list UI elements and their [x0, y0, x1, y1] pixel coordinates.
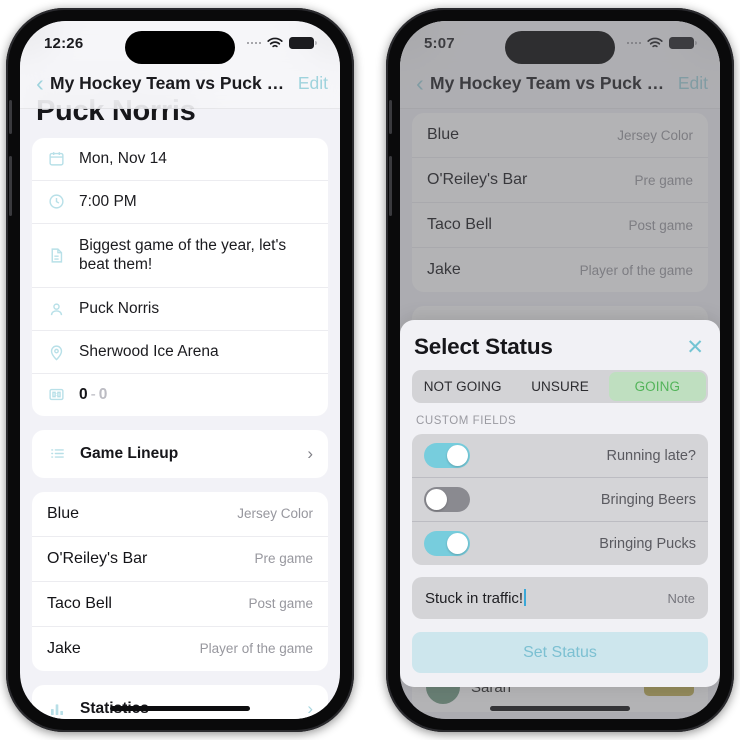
info-key: Taco Bell [47, 594, 112, 612]
calendar-icon [46, 150, 67, 167]
field-label: Bringing Pucks [599, 535, 696, 552]
field-label: Running late? [606, 447, 697, 464]
modal-header: Select Status ✕ [412, 332, 708, 370]
info-value: Pre game [254, 551, 313, 567]
nav-title: My Hockey Team vs Puck No... [50, 72, 297, 93]
bar-chart-icon [47, 701, 67, 717]
phone-left: Puck Norris Mon, Nov 14 7:00 PM Biggest … [6, 8, 354, 732]
game-lineup-row[interactable]: Game Lineup › [32, 430, 328, 478]
info-key: Jake [47, 639, 81, 657]
detail-text: Sherwood Ice Arena [79, 343, 219, 361]
info-value: Player of the game [199, 641, 313, 657]
set-status-button[interactable]: Set Status [412, 632, 708, 673]
dynamic-island [125, 31, 235, 64]
detail-text: Mon, Nov 14 [79, 150, 167, 167]
note-field-container[interactable]: Stuck in traffic! Note [412, 577, 708, 619]
segment-unsure[interactable]: UNSURE [511, 372, 608, 401]
phone-right: Blue Jersey Color O'Reiley's Bar Pre gam… [386, 8, 734, 732]
close-x-icon[interactable]: ✕ [684, 337, 706, 358]
screen-right: Blue Jersey Color O'Reiley's Bar Pre gam… [400, 21, 720, 719]
info-key: Blue [47, 504, 80, 522]
field-row-bringing-beers[interactable]: Bringing Beers [412, 477, 708, 521]
person-icon [46, 301, 67, 318]
info-value: Post game [248, 596, 313, 612]
wifi-icon [267, 37, 283, 49]
toggle-bringing-beers[interactable] [424, 487, 470, 512]
table-row[interactable]: Jake Player of the game [32, 625, 328, 671]
home-indicator[interactable] [110, 706, 250, 711]
custom-fields-list: Running late? Bringing Beers Bringing Pu… [412, 434, 708, 565]
info-key: O'Reiley's Bar [47, 549, 148, 567]
battery-icon [289, 36, 317, 50]
note-input[interactable]: Stuck in traffic! [425, 589, 668, 607]
signal-dots-icon [246, 41, 261, 45]
status-icons [246, 36, 317, 50]
field-label: Bringing Beers [600, 491, 696, 508]
detail-row-location[interactable]: Sherwood Ice Arena [32, 330, 328, 373]
table-row[interactable]: Taco Bell Post game [32, 580, 328, 626]
segment-not-going[interactable]: NOT GOING [414, 372, 511, 401]
note-field-label: Note [667, 590, 695, 606]
detail-row-note[interactable]: Biggest game of the year, let's beat the… [32, 222, 328, 288]
select-status-modal: Select Status ✕ NOT GOING UNSURE GOING C… [400, 320, 720, 687]
chevron-right-icon: › [307, 443, 313, 463]
detail-text: Puck Norris [79, 300, 160, 318]
details-card: Mon, Nov 14 7:00 PM Biggest game of the … [32, 138, 328, 416]
map-pin-icon [46, 344, 67, 361]
text-caret [524, 589, 527, 606]
field-row-running-late[interactable]: Running late? [412, 434, 708, 477]
screen-left: Puck Norris Mon, Nov 14 7:00 PM Biggest … [20, 21, 340, 719]
lineup-card: Game Lineup › [32, 429, 328, 478]
edit-button[interactable]: Edit [297, 73, 328, 94]
status-time: 12:26 [44, 34, 84, 52]
table-row[interactable]: Blue Jersey Color [32, 492, 328, 536]
info-value: Jersey Color [237, 506, 313, 522]
chevron-right-icon: › [307, 698, 313, 718]
table-row[interactable]: O'Reiley's Bar Pre game [32, 535, 328, 581]
detail-row-date[interactable]: Mon, Nov 14 [32, 138, 328, 180]
score-separator: - [90, 385, 96, 403]
detail-text: Biggest game of the year, let's beat the… [79, 236, 287, 274]
toggle-bringing-pucks[interactable] [424, 531, 470, 556]
toggle-running-late[interactable] [424, 443, 470, 468]
clock-icon [46, 193, 67, 210]
detail-row-score[interactable]: 0-0 [32, 372, 328, 416]
field-row-bringing-pucks[interactable]: Bringing Pucks [412, 521, 708, 565]
segment-going[interactable]: GOING [608, 372, 706, 401]
detail-row-opponent[interactable]: Puck Norris [32, 287, 328, 330]
detail-text: 7:00 PM [79, 192, 137, 210]
game-lineup-label: Game Lineup [80, 444, 179, 462]
nav-row: ‹ My Hockey Team vs Puck No... Edit [20, 64, 340, 102]
statistics-row[interactable]: Statistics › [32, 685, 328, 719]
score-value: 0-0 [79, 385, 314, 405]
custom-fields-label: CUSTOM FIELDS [416, 415, 517, 427]
score-home: 0 [79, 385, 88, 403]
modal-title: Select Status [414, 334, 553, 359]
note-document-icon [46, 247, 67, 264]
list-icon [47, 445, 67, 462]
scoreboard-icon [46, 386, 67, 403]
chevron-left-icon[interactable]: ‹ [32, 71, 48, 95]
detail-row-time[interactable]: 7:00 PM [32, 179, 328, 223]
info-card: Blue Jersey Color O'Reiley's Bar Pre gam… [32, 491, 328, 671]
screenshot-stage: Puck Norris Mon, Nov 14 7:00 PM Biggest … [0, 0, 740, 740]
note-input-value: Stuck in traffic! [425, 590, 524, 607]
status-segmented-control[interactable]: NOT GOING UNSURE GOING [412, 370, 708, 403]
links-card: Statistics › Score [32, 684, 328, 719]
score-away: 0 [98, 385, 108, 403]
scroll-content-left[interactable]: Puck Norris Mon, Nov 14 7:00 PM Biggest … [20, 21, 340, 719]
